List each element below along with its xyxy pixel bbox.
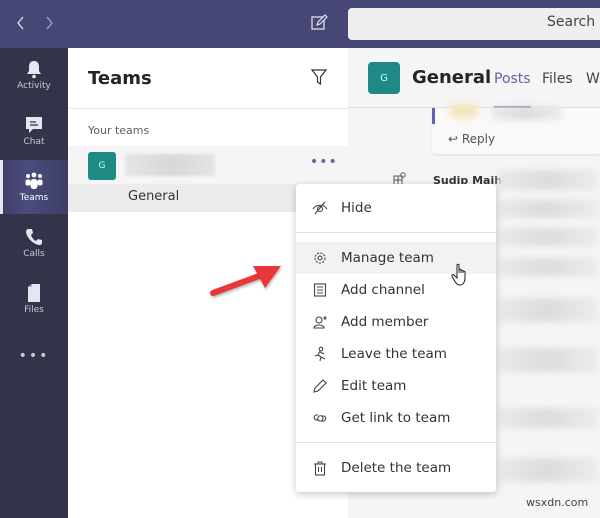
tab-wiki[interactable]: W (586, 71, 600, 87)
rail-item-calls[interactable]: Calls (0, 216, 68, 270)
menu-item-hide[interactable]: Hide (296, 192, 496, 224)
rail-item-label: Files (24, 305, 44, 315)
menu-item-edit-team[interactable]: Edit team (296, 370, 496, 402)
add-member-icon (313, 316, 327, 329)
team-row[interactable]: G ••• (68, 146, 348, 184)
compose-icon (311, 14, 328, 30)
trash-icon (314, 461, 326, 476)
text-redacted (492, 106, 562, 120)
back-button[interactable] (12, 12, 30, 34)
section-label: Your teams (88, 124, 150, 137)
message-redacted (498, 298, 598, 322)
menu-item-label: Edit team (341, 378, 407, 394)
rail-item-label: Teams (19, 193, 49, 203)
menu-item-label: Add channel (341, 282, 425, 298)
menu-item-label: Manage team (341, 250, 434, 266)
rail-item-label: Chat (23, 137, 45, 147)
menu-item-leave-team[interactable]: Leave the team (296, 338, 496, 370)
annotation-arrow (210, 266, 281, 296)
hand-cursor-icon (451, 263, 466, 286)
menu-item-get-link[interactable]: Get link to team (296, 402, 496, 434)
forward-button[interactable] (40, 12, 58, 34)
panel-title: Teams (88, 68, 152, 89)
compose-button[interactable] (310, 14, 330, 34)
app-rail: Activity Chat Teams Calls Files ••• (0, 48, 68, 518)
menu-item-label: Get link to team (341, 410, 451, 426)
chevron-left-icon (17, 16, 24, 30)
chevron-right-icon (46, 16, 53, 30)
menu-item-label: Leave the team (341, 346, 447, 362)
message-redacted (498, 228, 598, 246)
message-redacted (498, 170, 598, 190)
team-context-menu: Hide Manage team Add channel Add member … (296, 184, 496, 492)
tab-files[interactable]: Files (542, 71, 573, 87)
team-avatar: G (88, 152, 116, 180)
filter-icon (310, 69, 328, 86)
more-apps-button[interactable]: ••• (0, 348, 68, 364)
tab-posts[interactable]: Posts (494, 71, 531, 109)
channel-icon (313, 283, 327, 297)
menu-separator (296, 232, 496, 233)
avatar-redacted (450, 104, 478, 118)
teams-icon (25, 172, 43, 189)
file-icon (28, 284, 40, 302)
chat-icon (26, 117, 42, 133)
leave-icon (314, 346, 326, 362)
post-card: ↩ Reply (432, 104, 600, 154)
rail-item-chat[interactable]: Chat (0, 104, 68, 158)
menu-item-label: Add member (341, 314, 429, 330)
link-icon (313, 414, 327, 422)
watermark: wsxdn.com (526, 496, 589, 509)
message-redacted (498, 348, 598, 372)
team-more-options-button[interactable]: ••• (310, 154, 338, 170)
channel-title: General (412, 67, 492, 88)
rail-item-teams[interactable]: Teams (0, 160, 68, 214)
team-name-redacted (125, 154, 215, 176)
reply-button[interactable]: ↩ Reply (448, 132, 495, 146)
message-redacted (498, 258, 598, 276)
menu-item-delete-team[interactable]: Delete the team (296, 452, 496, 484)
hide-icon (312, 201, 328, 215)
bell-icon (27, 61, 41, 79)
rail-item-files[interactable]: Files (0, 272, 68, 326)
menu-item-add-member[interactable]: Add member (296, 306, 496, 338)
channel-avatar: G (368, 62, 400, 94)
search-input[interactable]: Search o (348, 8, 600, 40)
message-redacted (498, 408, 598, 428)
menu-separator (296, 442, 496, 443)
rail-item-activity[interactable]: Activity (0, 48, 68, 102)
gear-icon (314, 252, 326, 264)
reply-icon: ↩ (448, 132, 462, 146)
pencil-icon (313, 379, 327, 393)
channel-header: G General Posts Files W (348, 48, 600, 109)
phone-icon (26, 229, 42, 245)
reply-label: Reply (461, 132, 496, 146)
message-redacted (498, 458, 598, 482)
message-redacted (498, 200, 598, 218)
rail-item-label: Calls (23, 249, 45, 259)
menu-item-label: Delete the team (341, 460, 452, 476)
filter-button[interactable] (310, 68, 328, 86)
rail-item-label: Activity (17, 81, 51, 91)
divider (68, 108, 348, 109)
title-bar: Search o (0, 0, 600, 48)
channel-label: General (128, 189, 180, 204)
menu-item-label: Hide (341, 200, 372, 216)
